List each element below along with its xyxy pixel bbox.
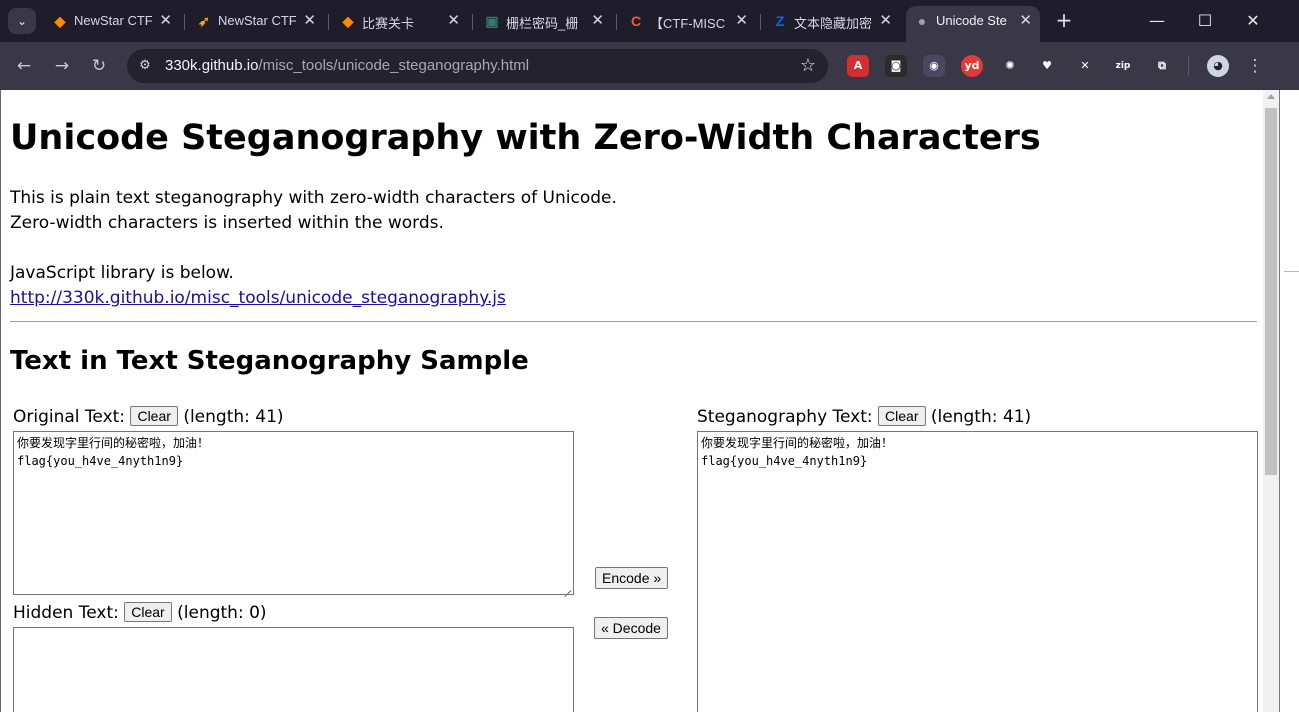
sun-extension-icon[interactable]: ✺	[999, 55, 1021, 77]
address-bar[interactable]: ⚙ 330k.github.io/misc_tools/unicode_steg…	[127, 49, 828, 83]
doc-icon: ▣	[485, 13, 499, 29]
library-text: JavaScript library is below.	[10, 263, 234, 283]
original-text-input[interactable]	[13, 431, 574, 595]
library-link[interactable]: http://330k.github.io/misc_tools/unicode…	[10, 288, 506, 308]
tab-separator	[760, 14, 761, 30]
tab-title: 文本隐藏加密	[794, 16, 872, 31]
toolbar-divider	[1188, 56, 1189, 76]
url-host: 330k.github.io	[165, 57, 259, 74]
forward-button[interactable]: →	[50, 54, 74, 78]
newstar-icon: ◆	[342, 13, 354, 29]
browser-tab[interactable]: C 【CTF-MISC ✕	[620, 6, 756, 36]
minimize-button[interactable]: —	[1137, 8, 1177, 34]
original-text-label-row: Original Text: Clear (length: 41)	[13, 406, 284, 427]
original-length: (length: 41)	[183, 407, 284, 427]
youdao-extension-icon[interactable]: yd	[961, 55, 983, 77]
hidden-text-label-row: Hidden Text: Clear (length: 0)	[13, 602, 267, 623]
browser-tab[interactable]: ◆ 比赛关卡 ✕	[332, 6, 468, 36]
page-title: Unicode Steganography with Zero-Width Ch…	[10, 118, 1041, 158]
page-viewport: Unicode Steganography with Zero-Width Ch…	[0, 90, 1263, 712]
reader-extension-icon[interactable]: ◙	[885, 55, 907, 77]
stego-text-label: Steganography Text:	[697, 407, 873, 427]
divider	[10, 321, 1257, 322]
tab-close-icon[interactable]: ✕	[879, 11, 892, 29]
close-window-button[interactable]: ✕	[1233, 8, 1273, 34]
intro-line-2: Zero-width characters is inserted within…	[10, 213, 444, 233]
stego-length: (length: 41)	[930, 407, 1032, 427]
profile-avatar[interactable]: ◕	[1207, 55, 1229, 77]
tab-title: 比赛关卡	[362, 16, 415, 31]
tab-title: NewStar CTF	[218, 13, 296, 28]
zhihu-icon: Z	[775, 13, 785, 29]
tab-close-icon[interactable]: ✕	[1019, 11, 1032, 29]
maximize-button[interactable]: ☐	[1185, 8, 1225, 34]
tab-close-icon[interactable]: ✕	[447, 11, 460, 29]
library-link-row: http://330k.github.io/misc_tools/unicode…	[10, 288, 506, 308]
puzzle-extension-icon[interactable]: ⧉	[1151, 55, 1173, 77]
original-text-label: Original Text:	[13, 407, 126, 427]
scroll-up-arrow-icon[interactable]	[1267, 94, 1275, 99]
tab-title: 【CTF-MISC	[650, 16, 726, 31]
tab-separator	[328, 14, 329, 30]
stego-text-label-row: Steganography Text: Clear (length: 41)	[697, 406, 1031, 427]
tab-close-icon[interactable]: ✕	[303, 11, 316, 29]
tab-title: Unicode Ste	[936, 13, 1007, 28]
pdf-extension-icon[interactable]: A	[847, 55, 869, 77]
globe-icon: ●	[917, 13, 927, 29]
hidden-length: (length: 0)	[177, 603, 267, 623]
hidden-text-input[interactable]	[13, 627, 574, 712]
url-path: /misc_tools/unicode_steganography.html	[258, 57, 530, 74]
browser-tab[interactable]: ● Unicode Ste ✕	[906, 6, 1040, 42]
stego-text-input[interactable]	[697, 431, 1258, 712]
tab-separator	[616, 14, 617, 30]
browser-tab[interactable]: ➶ NewStar CTF ✕	[188, 6, 324, 36]
bird-icon: ➶	[198, 13, 210, 29]
bookmark-star-icon[interactable]: ☆	[800, 55, 816, 76]
gutter-mark	[1284, 271, 1299, 272]
section-title: Text in Text Steganography Sample	[10, 346, 529, 376]
stego-clear-button[interactable]: Clear	[878, 406, 926, 426]
browser-tab[interactable]: Z 文本隐藏加密 ✕	[764, 6, 900, 36]
side-gutter	[1279, 90, 1299, 712]
page-scrollbar[interactable]	[1263, 90, 1279, 712]
owl-extension-icon[interactable]: ◉	[923, 55, 945, 77]
browser-toolbar: ← → ↻ ⚙ 330k.github.io/misc_tools/unicod…	[0, 42, 1299, 90]
tab-close-icon[interactable]: ✕	[159, 11, 172, 29]
url-text[interactable]: 330k.github.io/misc_tools/unicode_stegan…	[165, 57, 529, 74]
menu-kebab-icon[interactable]: ⋮	[1243, 54, 1267, 78]
tab-strip: ⌄ ◆ NewStar CTF ✕ ➶ NewStar CTF ✕ ◆ 比赛关卡 ✕ ▣ 栅栏密码_…	[0, 0, 1299, 42]
scrollbar-thumb[interactable]	[1265, 108, 1277, 475]
encode-button[interactable]: Encode »	[595, 567, 669, 589]
tab-title: NewStar CTF	[74, 13, 152, 28]
intro-line-1: This is plain text steganography with ze…	[10, 188, 617, 208]
tab-separator	[184, 14, 185, 30]
reload-button[interactable]: ↻	[87, 54, 111, 78]
decode-button[interactable]: « Decode	[594, 617, 668, 639]
new-tab-button[interactable]: +	[1053, 9, 1075, 31]
tab-close-icon[interactable]: ✕	[735, 11, 748, 29]
tab-search-button[interactable]: ⌄	[8, 8, 36, 34]
heart-extension-icon[interactable]: ♥	[1036, 55, 1058, 77]
tab-separator	[472, 14, 473, 30]
tab-title: 栅栏密码_栅	[506, 16, 579, 31]
browser-tab[interactable]: ◆ NewStar CTF ✕	[44, 6, 180, 36]
tab-close-icon[interactable]: ✕	[591, 11, 604, 29]
original-clear-button[interactable]: Clear	[130, 406, 178, 426]
hidden-text-label: Hidden Text:	[13, 603, 119, 623]
browser-tab[interactable]: ▣ 栅栏密码_栅 ✕	[476, 6, 612, 36]
newstar-icon: ◆	[54, 13, 66, 29]
hidden-clear-button[interactable]: Clear	[124, 602, 172, 622]
zip-extension-icon[interactable]: zip	[1112, 55, 1134, 77]
resize-grip-icon[interactable]	[563, 584, 571, 592]
x-extension-icon[interactable]: ✕	[1074, 55, 1096, 77]
site-info-icon[interactable]: ⚙	[135, 56, 155, 76]
csdn-icon: C	[630, 13, 642, 29]
back-button[interactable]: ←	[12, 54, 36, 78]
